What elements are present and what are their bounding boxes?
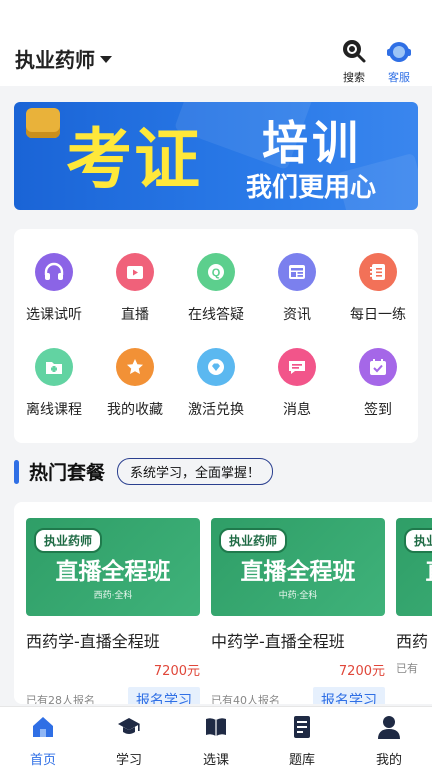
exam-selector-label: 执业药师 [15,48,95,72]
tab-label: 选课 [202,753,229,768]
course-cover-title: 直播全程班 [240,558,356,585]
enroll-button[interactable]: 报名学习 [313,687,385,704]
section-tag: 系统学习，全面掌握！ [117,458,274,485]
tab-question-bank[interactable]: 题库 [272,715,332,768]
book-icon [206,718,226,736]
course-cover: 执业药师 直播全程班 中药·全科 [211,518,385,616]
menu-item-label: 选课试听 [26,307,82,323]
home-icon [33,717,53,737]
course-cover: 执业药师 直播全程班 西药·全科 [26,518,200,616]
course-name: 中药学-直播全程班 [211,632,345,651]
news-icon [278,253,316,291]
menu-item-label: 激活兑换 [188,402,244,418]
promo-banner[interactable]: 考证 培训 我们更用心 [14,102,418,210]
course-badge: 执业药师 [404,528,432,553]
course-cover-subtitle: 西药·全科 [93,591,133,601]
calendar-check-icon [359,348,397,386]
course-card[interactable]: 执业药师 直播全程班 中药·全科 中药学-直播全程班 7200元 已有40人报名… [211,518,385,704]
caret-down-icon [100,56,112,63]
search-button[interactable]: 搜索 [332,38,376,85]
tab-label: 学习 [115,753,142,768]
course-cover-title: 直播全程班 [55,558,171,585]
section-accent-bar [14,459,19,484]
course-price: 7200元 [153,664,200,679]
course-cover-title: 直播全程班 [396,552,432,586]
video-icon [116,253,154,291]
course-cover: 执业药师 直播全程班 [396,518,432,616]
course-carousel[interactable]: 执业药师 直播全程班 西药·全科 西药学-直播全程班 7200元 已有28人报名… [14,502,432,704]
enroll-count: 已有40人报名 [211,694,280,704]
customer-service-icon [387,42,411,62]
enroll-count: 已有 [396,662,418,675]
menu-item-qa[interactable]: Q 在线答疑 [176,253,256,324]
menu-item-trial[interactable]: 选课试听 [14,253,94,324]
tab-courses[interactable]: 选课 [186,715,246,768]
enroll-count: 已有28人报名 [26,694,95,704]
course-badge: 执业药师 [219,528,288,553]
menu-item-label: 直播 [121,307,149,323]
tab-home[interactable]: 首页 [13,715,73,768]
course-name: 西药学-直播全程班 [26,632,160,651]
diamond-icon [197,348,235,386]
exam-selector[interactable]: 执业药师 [15,44,112,73]
feature-grid: 选课试听 直播 Q 在线答疑 资讯 每日一练 离线课程 我的收藏 激活兑换 消息… [14,229,418,443]
document-icon [294,716,310,738]
menu-item-daily-practice[interactable]: 每日一练 [338,253,418,324]
headphones-icon [35,253,73,291]
banner-title: 考证 [66,121,202,198]
tab-study[interactable]: 学习 [99,715,159,768]
course-badge: 执业药师 [34,528,103,553]
notebook-icon [359,253,397,291]
app-header: 执业药师 搜索 客服 [0,0,432,86]
menu-item-activate[interactable]: 激活兑换 [176,348,256,419]
question-icon: Q [197,253,235,291]
search-label: 搜索 [343,71,365,84]
bottom-tab-bar: 首页 学习 选课 题库 我的 [0,706,432,769]
course-card[interactable]: 执业药师 直播全程班 西药·全科 西药学-直播全程班 7200元 已有28人报名… [26,518,200,704]
tab-profile[interactable]: 我的 [359,715,419,768]
tab-label: 首页 [29,753,56,768]
section-title: 热门套餐 [29,462,106,484]
tab-label: 题库 [288,753,315,768]
coin-stack-icon [26,108,60,138]
menu-item-label: 每日一练 [350,307,406,323]
menu-item-label: 签到 [364,402,392,418]
course-card-partial[interactable]: 执业药师 直播全程班 西药 已有 [396,518,432,676]
folder-icon [35,348,73,386]
menu-item-label: 消息 [283,402,311,418]
menu-item-messages[interactable]: 消息 [257,348,337,419]
banner-slogan: 我们更用心 [246,173,377,203]
menu-item-label: 离线课程 [26,402,82,418]
star-icon [116,348,154,386]
menu-item-news[interactable]: 资讯 [257,253,337,324]
menu-item-checkin[interactable]: 签到 [338,348,418,419]
message-icon [278,348,316,386]
menu-item-label: 我的收藏 [107,402,163,418]
menu-item-favorites[interactable]: 我的收藏 [95,348,175,419]
course-cover-subtitle: 中药·全科 [278,591,318,601]
banner-heading: 培训 [262,116,362,170]
user-icon [378,716,400,739]
tab-label: 我的 [375,753,402,768]
svg-text:Q: Q [212,267,221,279]
enroll-button[interactable]: 报名学习 [128,687,200,704]
search-icon [343,40,366,63]
course-price: 7200元 [338,664,385,679]
service-label: 客服 [388,71,410,84]
section-header: 热门套餐 系统学习，全面掌握！ [14,458,274,485]
menu-item-label: 资讯 [283,307,311,323]
service-button[interactable]: 客服 [377,38,421,85]
menu-item-offline[interactable]: 离线课程 [14,348,94,419]
graduation-cap-icon [118,718,140,734]
course-name: 西药 [396,632,429,651]
menu-item-live[interactable]: 直播 [95,253,175,324]
menu-item-label: 在线答疑 [188,307,244,323]
